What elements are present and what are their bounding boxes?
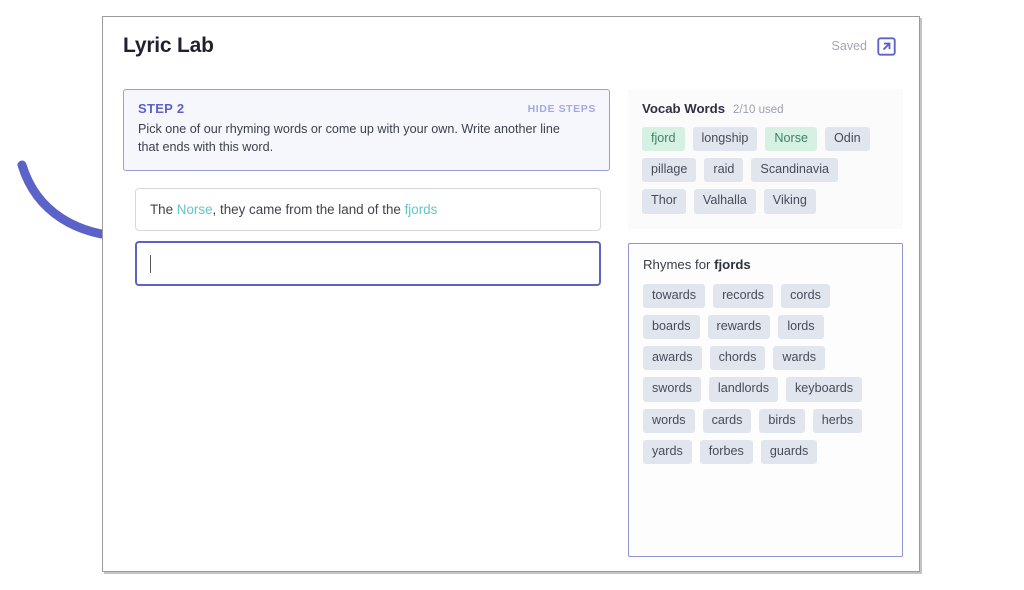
- text-caret: [150, 255, 151, 273]
- rhymes-panel-title: Rhymes for fjords: [643, 257, 888, 272]
- step-description: Pick one of our rhyming words or come up…: [138, 120, 568, 157]
- editor-column: STEP 2 HIDE STEPS Pick one of our rhymin…: [103, 75, 624, 571]
- rhyme-word-chip[interactable]: swords: [643, 377, 701, 401]
- lyric-lines: The Norse, they came from the land of th…: [123, 188, 610, 286]
- header-actions: Saved: [832, 36, 897, 57]
- rhyme-word-chip[interactable]: boards: [643, 315, 700, 339]
- vocab-word-chip[interactable]: Scandinavia: [751, 158, 838, 182]
- reference-column: Vocab Words 2/10 used fjord longship Norse…: [624, 75, 919, 571]
- rhyme-word-chip[interactable]: chords: [710, 346, 766, 370]
- external-link-icon[interactable]: [876, 36, 897, 57]
- saved-status: Saved: [832, 39, 867, 53]
- rhyme-word-chip[interactable]: cards: [703, 409, 752, 433]
- rhyme-word-chip[interactable]: landlords: [709, 377, 778, 401]
- vocab-panel-header: Vocab Words 2/10 used: [642, 101, 889, 116]
- vocab-panel-title: Vocab Words: [642, 101, 725, 116]
- lyric-lab-card: Lyric Lab Saved STEP 2 HIDE STEPS Pick o…: [102, 16, 920, 572]
- lyric-line-2-input[interactable]: [135, 241, 601, 286]
- lyric-line-1-text: The Norse, they came from the land of th…: [150, 202, 437, 217]
- rhyme-word-chip[interactable]: cords: [781, 284, 830, 308]
- rhymes-title-lead: Rhymes for: [643, 257, 714, 272]
- vocab-word-chip[interactable]: Viking: [764, 189, 816, 213]
- vocab-word-chip[interactable]: Thor: [642, 189, 686, 213]
- vocab-word-chip[interactable]: fjord: [642, 127, 685, 151]
- vocab-word-chip[interactable]: raid: [704, 158, 743, 182]
- rhyme-word-chip[interactable]: lords: [778, 315, 823, 339]
- rhyme-word-chip[interactable]: yards: [643, 440, 692, 464]
- rhymes-title-word: fjords: [714, 257, 751, 272]
- lyric-vocab-token: fjords: [405, 202, 438, 217]
- hide-steps-button[interactable]: HIDE STEPS: [528, 103, 596, 115]
- rhyme-word-chip[interactable]: guards: [761, 440, 818, 464]
- rhyme-word-chip[interactable]: towards: [643, 284, 705, 308]
- vocab-word-chip[interactable]: Norse: [765, 127, 817, 151]
- vocab-word-chip[interactable]: pillage: [642, 158, 696, 182]
- lyric-text-token: The: [150, 202, 177, 217]
- rhyme-word-chip[interactable]: words: [643, 409, 695, 433]
- rhyme-word-chip[interactable]: birds: [759, 409, 804, 433]
- lyric-text-token: , they came from the land of the: [213, 202, 405, 217]
- lyric-vocab-token: Norse: [177, 202, 213, 217]
- vocab-usage-counter: 2/10 used: [733, 104, 784, 116]
- rhyme-word-chip[interactable]: herbs: [813, 409, 863, 433]
- rhyme-word-chip[interactable]: records: [713, 284, 773, 308]
- card-header: Lyric Lab Saved: [103, 17, 919, 75]
- vocab-word-chip[interactable]: Odin: [825, 127, 870, 151]
- rhyme-word-chip[interactable]: wards: [773, 346, 825, 370]
- card-content: STEP 2 HIDE STEPS Pick one of our rhymin…: [103, 75, 919, 571]
- step-label: STEP 2: [138, 101, 595, 116]
- rhyme-word-chip[interactable]: awards: [643, 346, 702, 370]
- vocab-chip-list: fjord longship Norse Odin pillage raid Scandin…: [642, 127, 889, 214]
- vocab-word-chip[interactable]: longship: [693, 127, 758, 151]
- vocab-words-panel: Vocab Words 2/10 used fjord longship Norse…: [628, 89, 903, 229]
- vocab-word-chip[interactable]: Valhalla: [694, 189, 756, 213]
- rhymes-panel: Rhymes for fjords towards records cords boa…: [628, 243, 903, 557]
- step-panel: STEP 2 HIDE STEPS Pick one of our rhymin…: [123, 89, 610, 171]
- lyric-line-1[interactable]: The Norse, they came from the land of th…: [135, 188, 601, 231]
- rhymes-chip-list: towards records cords boards rewards lords awa…: [643, 284, 888, 464]
- rhyme-word-chip[interactable]: rewards: [708, 315, 771, 339]
- page-title: Lyric Lab: [123, 34, 214, 58]
- rhyme-word-chip[interactable]: forbes: [700, 440, 753, 464]
- rhyme-word-chip[interactable]: keyboards: [786, 377, 862, 401]
